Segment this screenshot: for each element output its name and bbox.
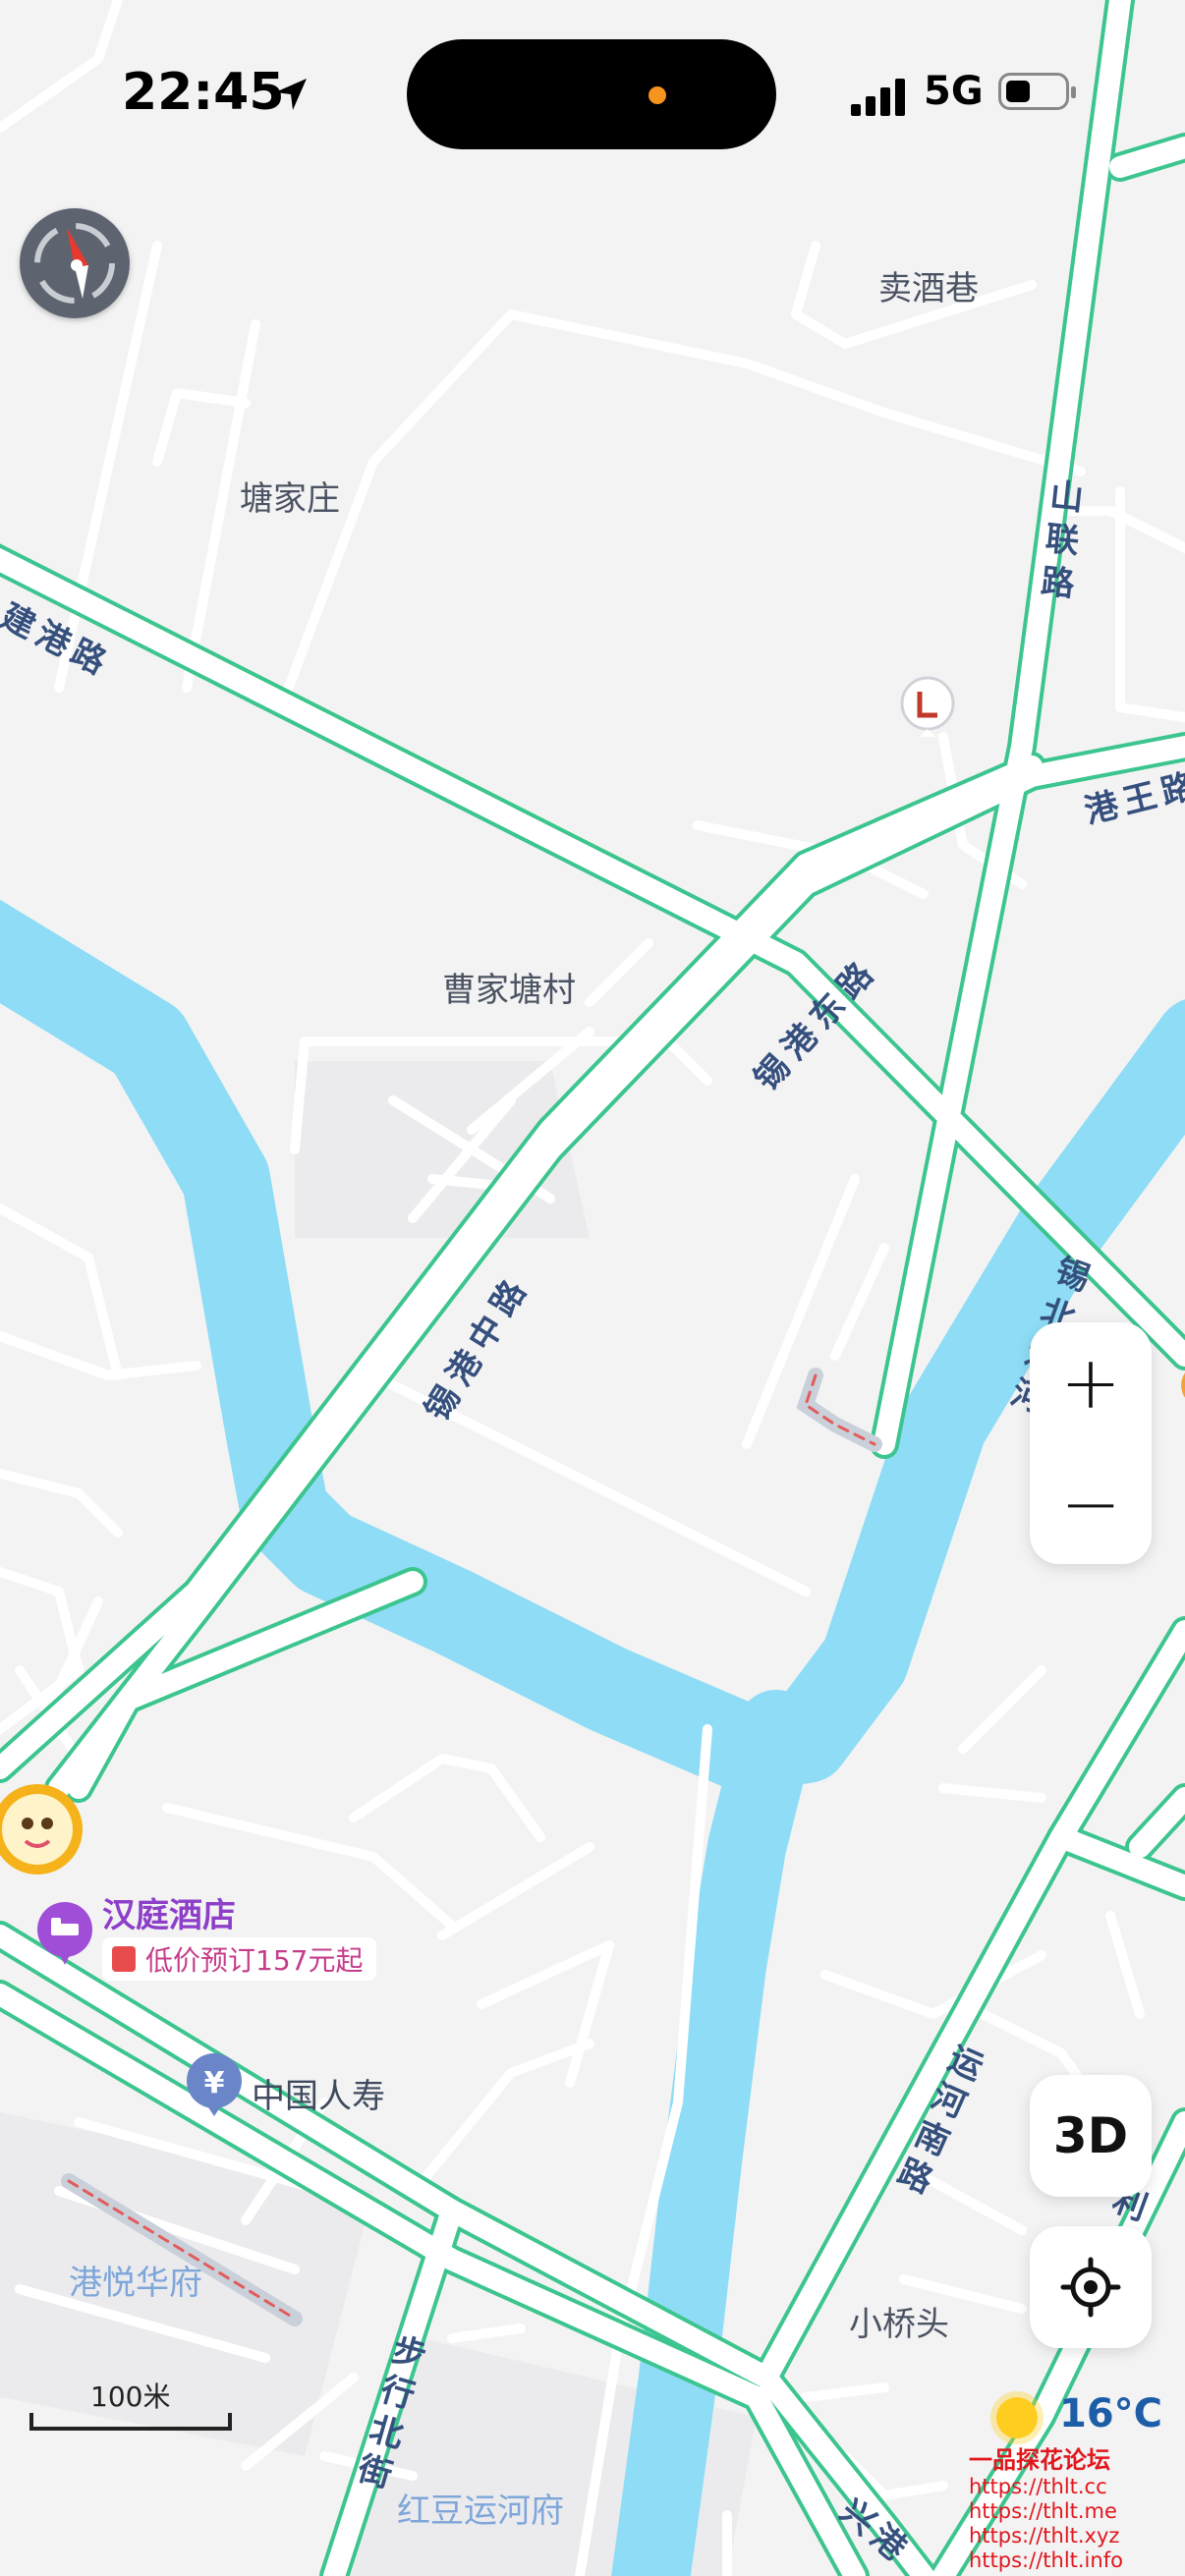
dynamic-island bbox=[407, 39, 776, 149]
svg-text:¥: ¥ bbox=[204, 2066, 225, 2100]
watermark-link: https://thlt.cc bbox=[969, 2475, 1107, 2498]
place-label-caojiatangcun[interactable]: 曹家塘村 bbox=[442, 963, 576, 1011]
signal-icon bbox=[851, 77, 906, 116]
location-arrow-icon bbox=[275, 79, 307, 110]
compass-button[interactable] bbox=[20, 208, 130, 318]
place-label-gangyuehuafu[interactable]: 港悦华府 bbox=[69, 2256, 202, 2304]
battery-icon bbox=[998, 73, 1076, 110]
map-canvas[interactable]: ¥ bbox=[0, 0, 1185, 2576]
network-type: 5G bbox=[924, 69, 984, 114]
status-bar: 22:45 5G bbox=[0, 0, 1185, 167]
scale-bar bbox=[29, 2413, 232, 2431]
place-label-xiaoqiaotou[interactable]: 小桥头 bbox=[849, 2297, 949, 2345]
temperature: 16°C bbox=[1059, 2391, 1163, 2436]
gift-icon bbox=[112, 1946, 136, 1972]
watermark-link: https://thlt.me bbox=[969, 2499, 1117, 2523]
3d-toggle-button[interactable]: 3D bbox=[1030, 2075, 1152, 2197]
insurance-name[interactable]: 中国人寿 bbox=[252, 2069, 385, 2117]
hotel-deal-tag[interactable]: 低价预订157元起 bbox=[102, 1937, 377, 1981]
place-label-hongdouyunhefu[interactable]: 红豆运河府 bbox=[397, 2484, 564, 2532]
watermark: 一品探花论坛 https://thlt.cc https://thlt.me h… bbox=[969, 2440, 1185, 2573]
place-label-maijiuxiang[interactable]: 卖酒巷 bbox=[878, 261, 979, 309]
hotel-name[interactable]: 汉庭酒店 bbox=[102, 1888, 236, 1936]
zoom-out-button[interactable]: − bbox=[1030, 1443, 1152, 1564]
watermark-link: https://thlt.xyz bbox=[969, 2524, 1120, 2548]
compass-icon bbox=[34, 223, 115, 304]
hotel-deal-text: 低价预订157元起 bbox=[145, 1944, 364, 1977]
watermark-title: 一品探花论坛 bbox=[969, 2445, 1110, 2474]
locate-icon bbox=[1060, 2257, 1121, 2318]
locate-button[interactable] bbox=[1030, 2226, 1152, 2348]
clock: 22:45 bbox=[122, 63, 285, 122]
place-label-tangjiazhuang[interactable]: 塘家庄 bbox=[240, 472, 340, 520]
scale-label: 100米 bbox=[90, 2380, 171, 2413]
watermark-link: https://thlt.info bbox=[969, 2548, 1123, 2572]
sun-icon bbox=[996, 2397, 1038, 2438]
zoom-in-button[interactable]: + bbox=[1030, 1322, 1152, 1443]
map-scale: 100米 bbox=[29, 2376, 236, 2431]
zoom-control: + − bbox=[1030, 1322, 1152, 1564]
